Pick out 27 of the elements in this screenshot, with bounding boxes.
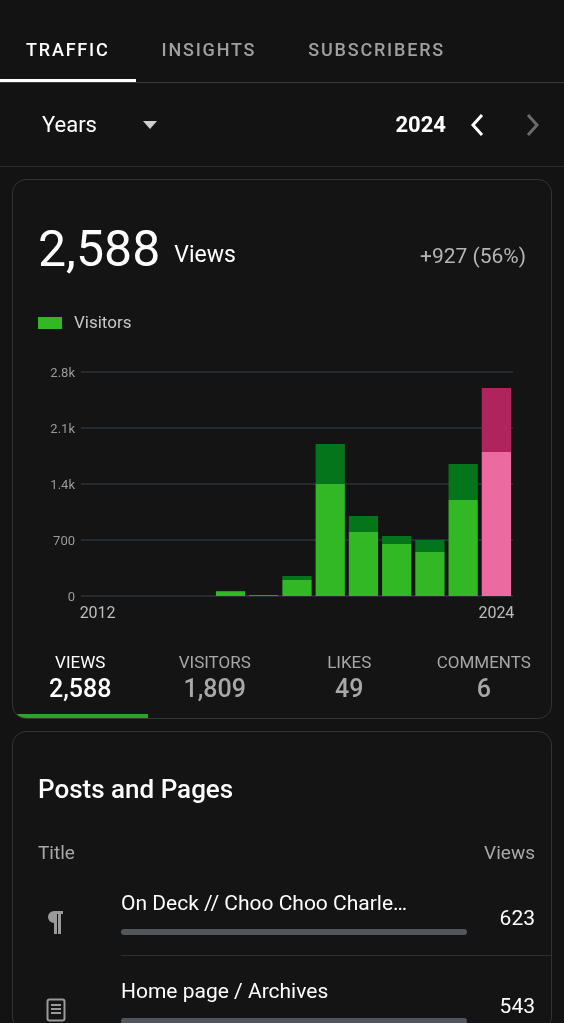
y-axis-label: 2.1k — [50, 420, 75, 436]
views-change: +927 (56%) — [420, 242, 526, 270]
x-axis-label: 2024 — [478, 602, 515, 622]
stat-tab[interactable]: COMMENTS 6 — [416, 651, 551, 718]
stat-tab[interactable]: LIKES 49 — [282, 651, 417, 718]
legend-label: Visitors — [74, 311, 132, 334]
y-axis-label: 0 — [67, 588, 75, 604]
tab[interactable]: SUBSCRIBERS — [282, 0, 471, 82]
year-label: 2024 — [395, 111, 446, 139]
period-dropdown[interactable]: Years — [42, 108, 157, 141]
section-title: Posts and Pages — [37, 773, 235, 806]
views-label: Views — [174, 239, 236, 270]
post-title[interactable]: On Deck // Choo Choo Charle… — [121, 887, 500, 919]
y-axis-label: 700 — [53, 532, 75, 548]
tab[interactable]: TRAFFIC — [0, 0, 136, 82]
views-count: 543 — [499, 993, 535, 1020]
stat-tab[interactable]: VISITORS 1,809 — [147, 651, 282, 718]
x-axis-label: 2012 — [79, 602, 116, 622]
total-views: 2,588 — [38, 224, 161, 274]
post-title[interactable]: Home page / Archives — [121, 976, 500, 1008]
column-header: Views — [484, 840, 535, 866]
column-header: Title — [38, 840, 75, 866]
views-count: 623 — [499, 904, 535, 932]
tab[interactable]: INSIGHTS — [135, 0, 283, 82]
stat-tab[interactable]: VIEWS 2,588 — [13, 651, 148, 718]
y-axis-label: 1.4k — [50, 476, 75, 492]
y-axis-label: 2.8k — [50, 364, 75, 380]
